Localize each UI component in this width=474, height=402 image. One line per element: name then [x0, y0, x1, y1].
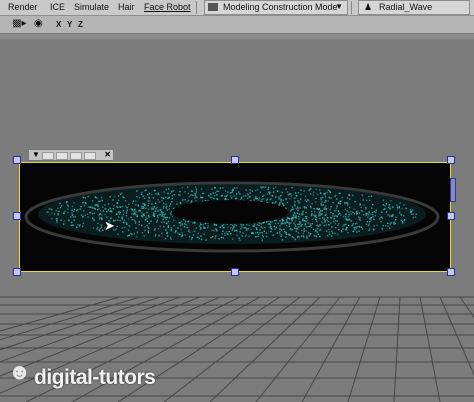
- viewport-toolbar: ▩▸ ◉ X Y Z: [0, 16, 474, 34]
- axis-x-toggle[interactable]: X: [56, 20, 61, 29]
- menu-bar: Render ICE Simulate Hair Face Robot Mode…: [0, 0, 474, 16]
- resize-handle-right[interactable]: [447, 212, 455, 220]
- toolbar-tab[interactable]: [56, 152, 68, 160]
- logo-face-icon: ☻: [8, 359, 32, 384]
- toolbar-tab[interactable]: [84, 152, 96, 160]
- resize-handle-left[interactable]: [13, 212, 21, 220]
- collapse-icon[interactable]: ▼: [32, 151, 40, 159]
- logo-text: digital-tutors: [34, 366, 156, 389]
- resize-handle-top-right[interactable]: [447, 156, 455, 164]
- construction-mode-select[interactable]: Modeling Construction Mode ▼: [204, 0, 348, 15]
- resize-handle-bottom-right[interactable]: [447, 268, 455, 276]
- toolbar-tab[interactable]: [70, 152, 82, 160]
- resize-handle-bottom[interactable]: [231, 268, 239, 276]
- object-icon: ♟: [364, 2, 373, 12]
- menu-render[interactable]: Render: [8, 2, 38, 12]
- mode-icon: [208, 3, 218, 11]
- resize-handle-top[interactable]: [231, 156, 239, 164]
- 3d-viewport[interactable]: ▼ ✕ ➤ ☻ digital-tutors: [0, 39, 474, 402]
- menu-hair[interactable]: Hair: [118, 2, 135, 12]
- selected-object-field[interactable]: ♟ Radial_Wave: [358, 0, 470, 15]
- resize-handle-bottom-left[interactable]: [13, 268, 21, 276]
- region-side-tab[interactable]: [450, 178, 456, 202]
- selected-object-name: Radial_Wave: [379, 2, 433, 12]
- chevron-down-icon: ▼: [335, 2, 343, 11]
- menu-face-robot[interactable]: Face Robot: [144, 2, 191, 12]
- menu-ice[interactable]: ICE: [50, 2, 65, 12]
- eye-icon[interactable]: ◉: [34, 19, 43, 29]
- toolbar-tab[interactable]: [42, 152, 54, 160]
- menu-separator: [351, 1, 352, 14]
- camera-icon[interactable]: ▩▸: [12, 19, 26, 29]
- render-region[interactable]: [19, 162, 451, 272]
- particle-ring: [24, 181, 440, 253]
- close-icon[interactable]: ✕: [104, 150, 111, 159]
- mouse-cursor-icon: ➤: [104, 218, 115, 233]
- resize-handle-top-left[interactable]: [13, 156, 21, 164]
- axis-y-toggle[interactable]: Y: [67, 20, 72, 29]
- axis-z-toggle[interactable]: Z: [78, 20, 83, 29]
- menu-simulate[interactable]: Simulate: [74, 2, 109, 12]
- floating-render-toolbar[interactable]: ▼ ✕: [28, 149, 114, 161]
- construction-mode-label: Modeling Construction Mode: [223, 2, 338, 12]
- menu-separator: [196, 1, 197, 14]
